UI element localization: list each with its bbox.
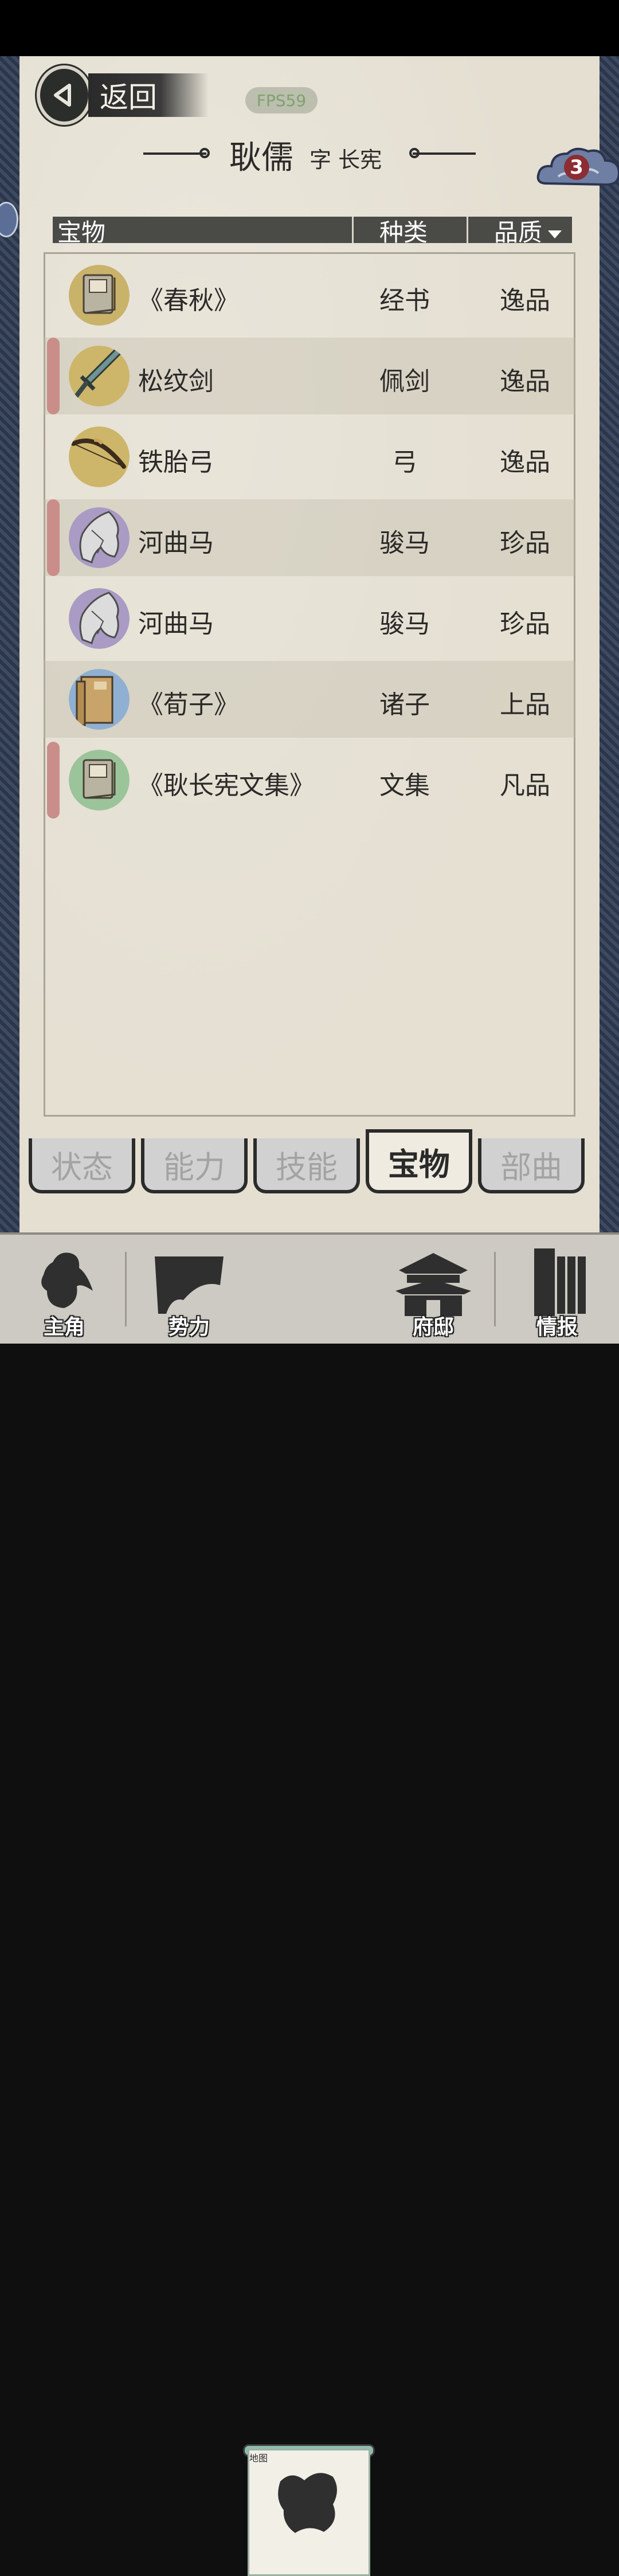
tab-ability[interactable]: 能力 [141, 1138, 248, 1193]
horse-icon [69, 588, 130, 649]
item-type: 骏马 [379, 528, 430, 558]
right-border [600, 56, 619, 1232]
tab-skill[interactable]: 技能 [253, 1138, 360, 1193]
table-row[interactable]: 河曲马 骏马 珍品 [44, 580, 575, 657]
scroll-icon [534, 1248, 586, 1316]
column-header-type[interactable]: 种类 [379, 213, 428, 248]
item-quality: 逸品 [500, 448, 550, 477]
book-icon [69, 265, 130, 326]
item-name: 铁胎弓 [138, 448, 214, 477]
equipped-marker [47, 338, 60, 414]
title-ornament-right [409, 148, 476, 158]
column-header-quality[interactable]: 品质 [494, 213, 562, 248]
item-name: 《荀子》 [138, 690, 239, 719]
back-label: 返回 [100, 81, 157, 114]
tab-bar: 状态 能力 技能 宝物 部曲 [23, 1129, 596, 1198]
book-stack-icon [69, 669, 130, 730]
flag-icon [155, 1256, 224, 1314]
bow-icon [69, 426, 130, 487]
item-quality: 上品 [500, 690, 550, 719]
item-name: 《耿长宪文集》 [138, 771, 315, 800]
item-name: 河曲马 [138, 609, 214, 639]
title-ornament-left [143, 148, 210, 158]
item-type: 诸子 [379, 690, 430, 719]
column-header-item: 宝物 [57, 218, 106, 246]
nav-faction[interactable]: 势力 [132, 1235, 246, 1344]
table-row[interactable]: 铁胎弓 弓 逸品 [44, 418, 575, 495]
character-name: 耿儒 [229, 139, 293, 177]
cloud-badge[interactable]: 3 [535, 143, 619, 196]
fps-indicator: FPS59 [245, 87, 318, 113]
character-title: 耿儒 字 长宪 [138, 132, 481, 177]
book-icon [69, 750, 130, 811]
table-row[interactable]: 《耿长宪文集》 文集 凡品 [44, 742, 575, 819]
item-name: 松纹剑 [138, 367, 214, 396]
status-bar [0, 0, 619, 56]
item-name: 河曲马 [138, 528, 214, 558]
item-quality: 珍品 [500, 609, 550, 639]
tab-treasure[interactable]: 宝物 [366, 1129, 472, 1193]
tab-status[interactable]: 状态 [29, 1138, 135, 1193]
item-quality: 凡品 [500, 771, 550, 800]
table-header: 宝物 种类 品质 [53, 217, 572, 246]
horse-icon [69, 507, 130, 568]
table-row[interactable]: 《春秋》 经书 逸品 [44, 257, 575, 334]
equipped-marker [47, 742, 60, 819]
item-quality: 珍品 [500, 528, 550, 558]
equipped-marker [47, 499, 60, 576]
item-quality: 逸品 [500, 286, 550, 315]
nav-mansion[interactable]: 府邸 [376, 1235, 491, 1344]
table-row[interactable]: 松纹剑 佩剑 逸品 [44, 338, 575, 414]
mansion-icon [395, 1253, 471, 1316]
sword-icon [69, 346, 130, 406]
nav-hero[interactable]: 主角 [7, 1235, 122, 1344]
item-type: 文集 [379, 771, 430, 800]
item-type: 佩剑 [379, 367, 430, 396]
item-type: 弓 [392, 448, 417, 477]
courtesy-name: 字 长宪 [310, 147, 382, 173]
hero-icon [41, 1252, 93, 1308]
item-name: 《春秋》 [138, 286, 239, 315]
back-button[interactable]: 返回 [37, 65, 209, 125]
nav-intel[interactable]: 情报 [500, 1235, 614, 1344]
map-icon [278, 2473, 337, 2533]
bottom-nav: 主角 势力 地图 府邸 情报 [0, 1232, 619, 2576]
nav-map[interactable]: 地图 [248, 2449, 370, 2576]
item-quality: 逸品 [500, 367, 550, 396]
table-row[interactable]: 河曲马 骏马 珍品 [44, 499, 575, 576]
tab-troops[interactable]: 部曲 [478, 1138, 585, 1193]
back-arrow-icon [37, 65, 92, 125]
table-row[interactable]: 《荀子》 诸子 上品 [44, 661, 575, 738]
badge-count: 3 [564, 155, 589, 180]
item-type: 经书 [379, 286, 430, 315]
sort-down-icon [548, 230, 562, 238]
item-type: 骏马 [379, 609, 430, 639]
